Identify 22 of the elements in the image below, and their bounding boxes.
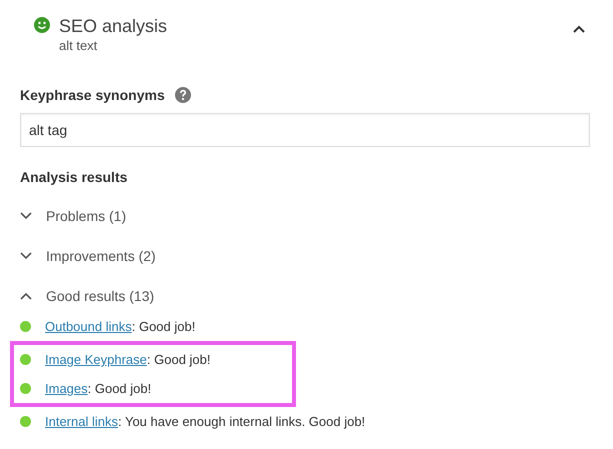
section-heading: Analysis results [20, 169, 128, 185]
chevron-icon [20, 212, 32, 220]
result-text: Image Keyphrase: Good job! [45, 352, 211, 367]
result-link[interactable]: Images [45, 381, 88, 396]
results-group-toggle[interactable]: Problems (1) [20, 207, 126, 225]
chevron-icon [20, 292, 32, 300]
result-link[interactable]: Image Keyphrase [45, 352, 147, 367]
result-link[interactable]: Outbound links [45, 319, 132, 334]
result-text: Internal links: You have enough internal links. Good job! [45, 414, 366, 429]
help-icon[interactable] [174, 87, 191, 103]
result-text: Outbound links: Good job! [45, 319, 196, 334]
results-group-toggle[interactable]: Improvements (2) [20, 247, 156, 265]
results-group-toggle[interactable]: Good results (13) [20, 287, 154, 305]
synonyms-field[interactable]: alt tag [20, 113, 590, 147]
field-label: Keyphrase synonyms [20, 87, 165, 103]
result-text: Images: Good job! [45, 381, 152, 396]
result-link[interactable]: Internal links [45, 414, 118, 429]
smiley-icon [34, 17, 50, 33]
chevron-icon [20, 252, 32, 260]
chevron-icon[interactable] [573, 25, 585, 33]
panel-title: SEO analysis [59, 15, 168, 38]
panel-subtitle: alt text [59, 38, 98, 54]
